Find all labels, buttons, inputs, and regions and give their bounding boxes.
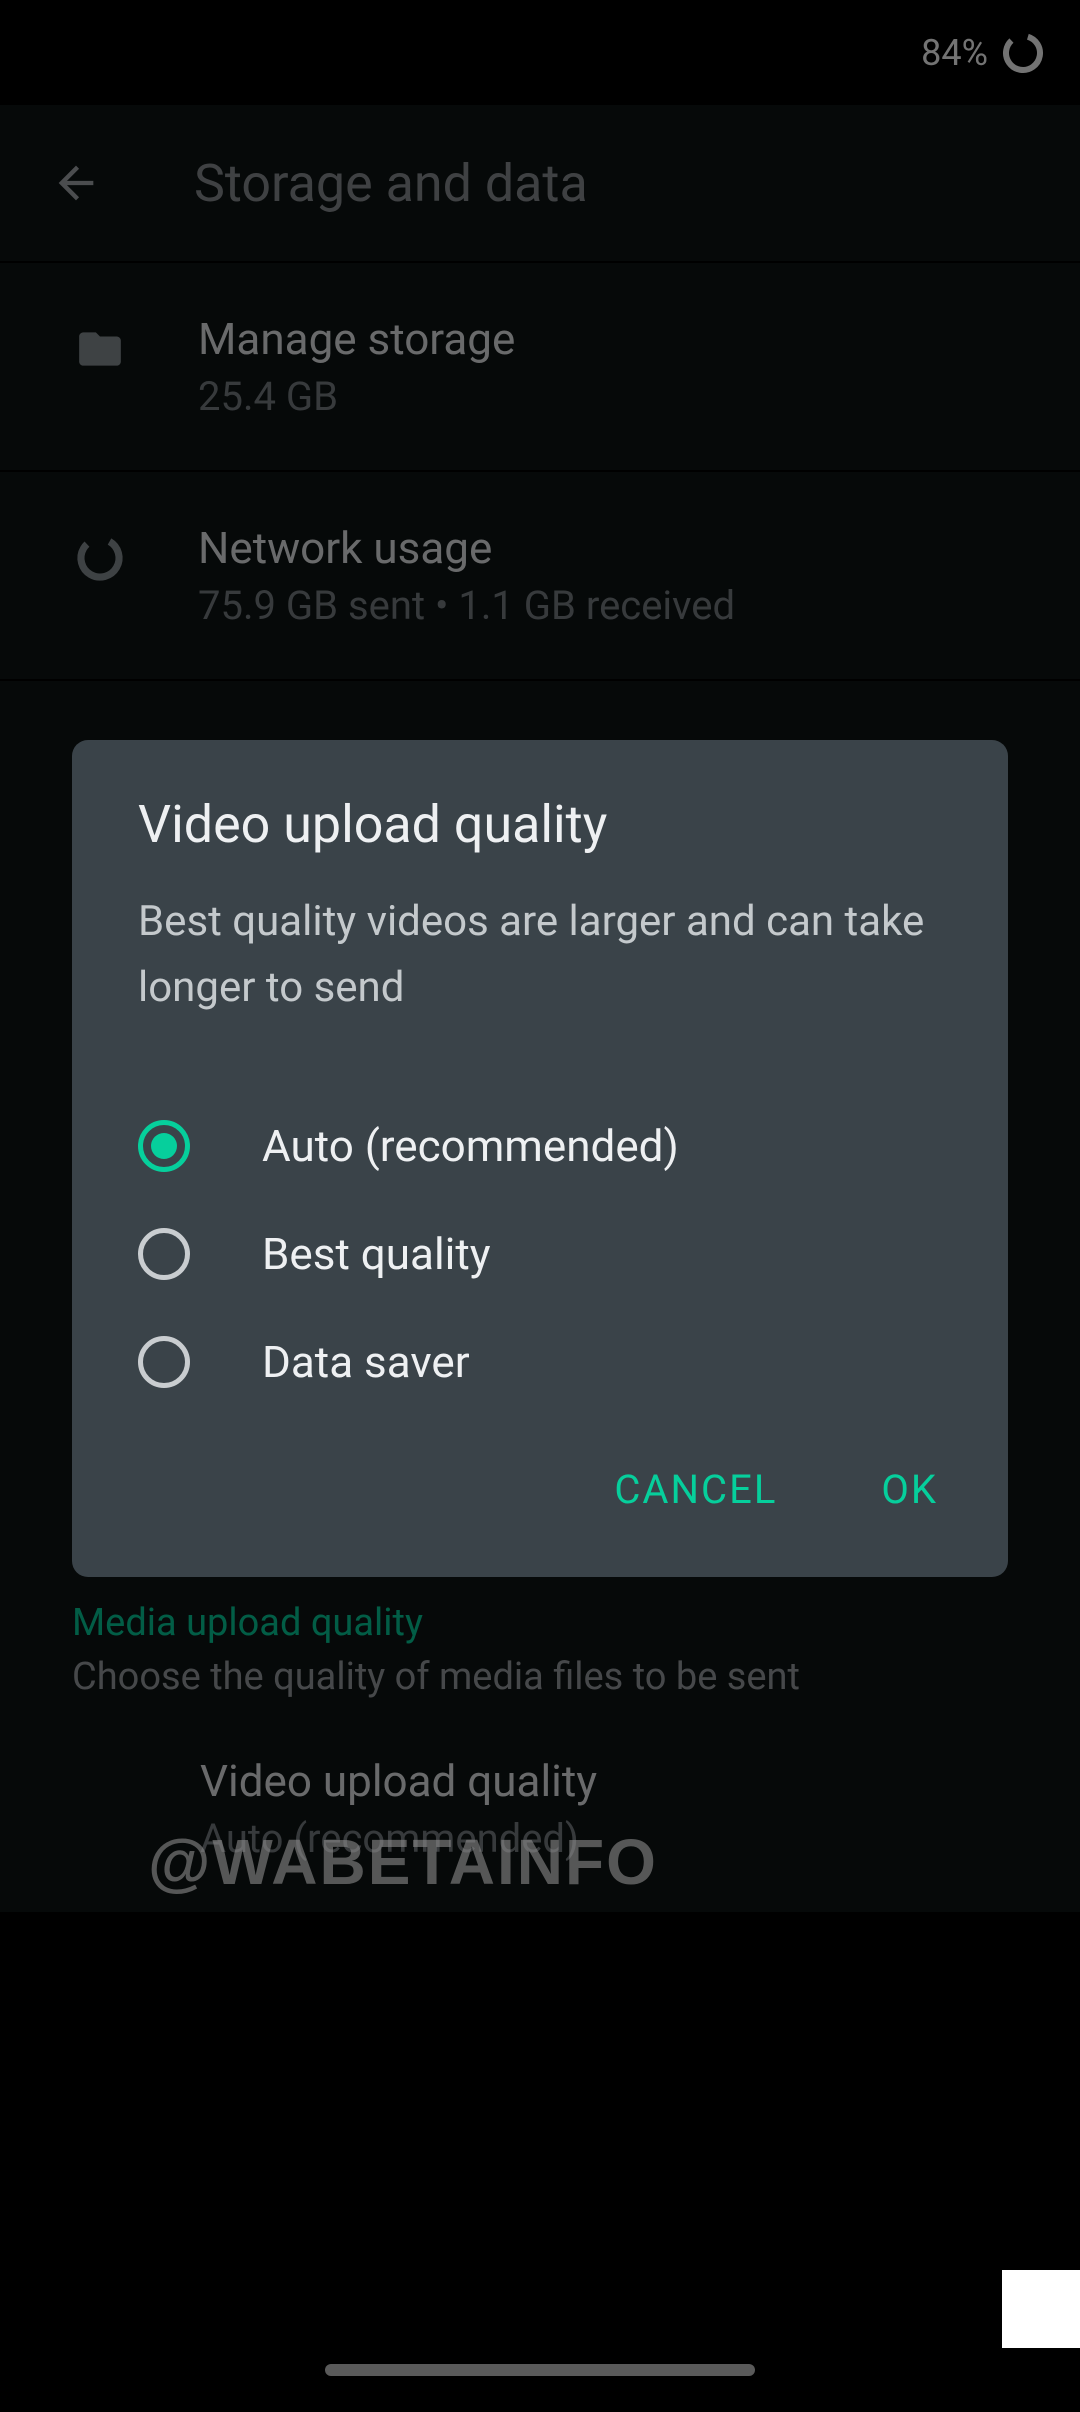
radio-label: Data saver — [262, 1336, 470, 1388]
radio-option-auto[interactable]: Auto (recommended) — [72, 1092, 1008, 1200]
cancel-button[interactable]: CANCEL — [594, 1452, 797, 1527]
radio-option-saver[interactable]: Data saver — [72, 1308, 1008, 1416]
dialog-actions: CANCEL OK — [72, 1416, 1008, 1547]
radio-button-icon — [138, 1228, 190, 1280]
radio-label: Best quality — [262, 1228, 491, 1280]
nav-handle[interactable] — [325, 2364, 755, 2376]
ok-button[interactable]: OK — [861, 1452, 958, 1527]
radio-option-best[interactable]: Best quality — [72, 1200, 1008, 1308]
radio-button-icon — [138, 1336, 190, 1388]
corner-marker — [1002, 2270, 1080, 2348]
dialog-title: Video upload quality — [72, 794, 1008, 855]
dialog-description: Best quality videos are larger and can t… — [72, 889, 1008, 1022]
video-quality-dialog: Video upload quality Best quality videos… — [72, 740, 1008, 1577]
radio-button-icon — [138, 1120, 190, 1172]
radio-label: Auto (recommended) — [262, 1120, 679, 1172]
